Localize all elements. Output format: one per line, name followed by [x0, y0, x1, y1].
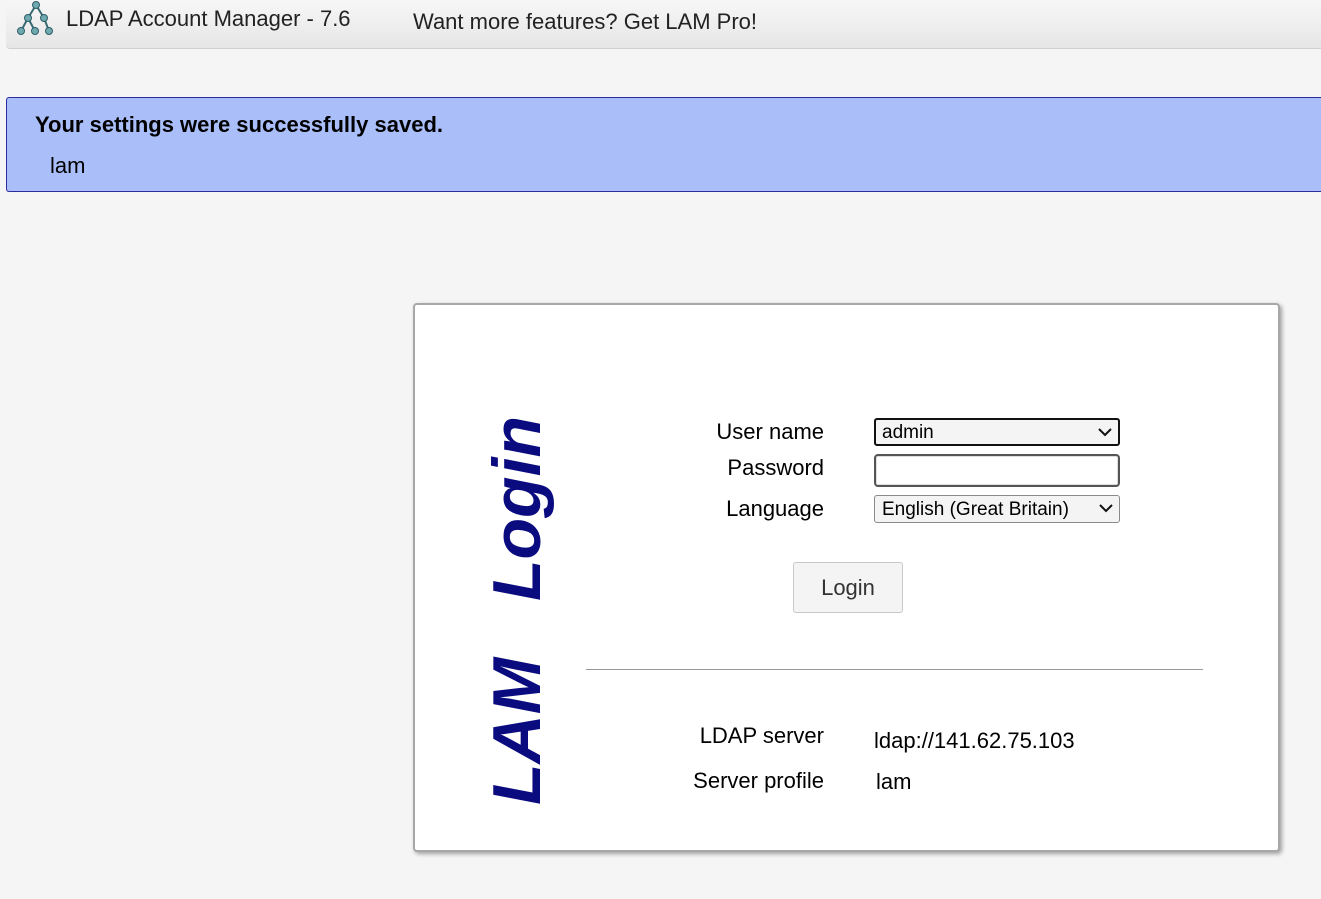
login-button[interactable]: Login [793, 562, 903, 613]
server-profile-label: Server profile [693, 768, 824, 793]
lam-login-vertical-title: LAM Login [479, 416, 555, 805]
app-title: LDAP Account Manager - 7.6 [66, 6, 351, 31]
ldap-server-value: ldap://141.62.75.103 [874, 728, 1075, 753]
lam-login-title-text: LAM Login [479, 416, 555, 805]
username-selected-value: admin [882, 422, 934, 443]
divider [586, 669, 1203, 670]
language-selected-value: English (Great Britain) [882, 499, 1069, 520]
password-label: Password [727, 455, 824, 480]
top-header-bar: LDAP Account Manager - 7.6 Want more fea… [6, 0, 1321, 49]
login-panel: LAM Login User name admin Password Langu… [413, 303, 1280, 852]
message-text: lam [50, 153, 86, 178]
ldap-server-label: LDAP server [699, 723, 824, 748]
message-title: Your settings were successfully saved. [35, 112, 443, 137]
lam-pro-link[interactable]: Want more features? Get LAM Pro! [413, 9, 757, 35]
language-label: Language [726, 496, 824, 521]
language-select[interactable]: English (Great Britain) [874, 495, 1120, 523]
success-message: Your settings were successfully saved. l… [6, 97, 1321, 192]
network-tree-icon[interactable] [16, 0, 56, 38]
chevron-down-icon [1098, 428, 1112, 437]
password-input[interactable] [874, 454, 1120, 487]
username-select[interactable]: admin [874, 418, 1120, 446]
server-profile-value[interactable]: lam [876, 769, 911, 795]
chevron-down-icon [1099, 504, 1113, 513]
username-label: User name [716, 419, 824, 444]
